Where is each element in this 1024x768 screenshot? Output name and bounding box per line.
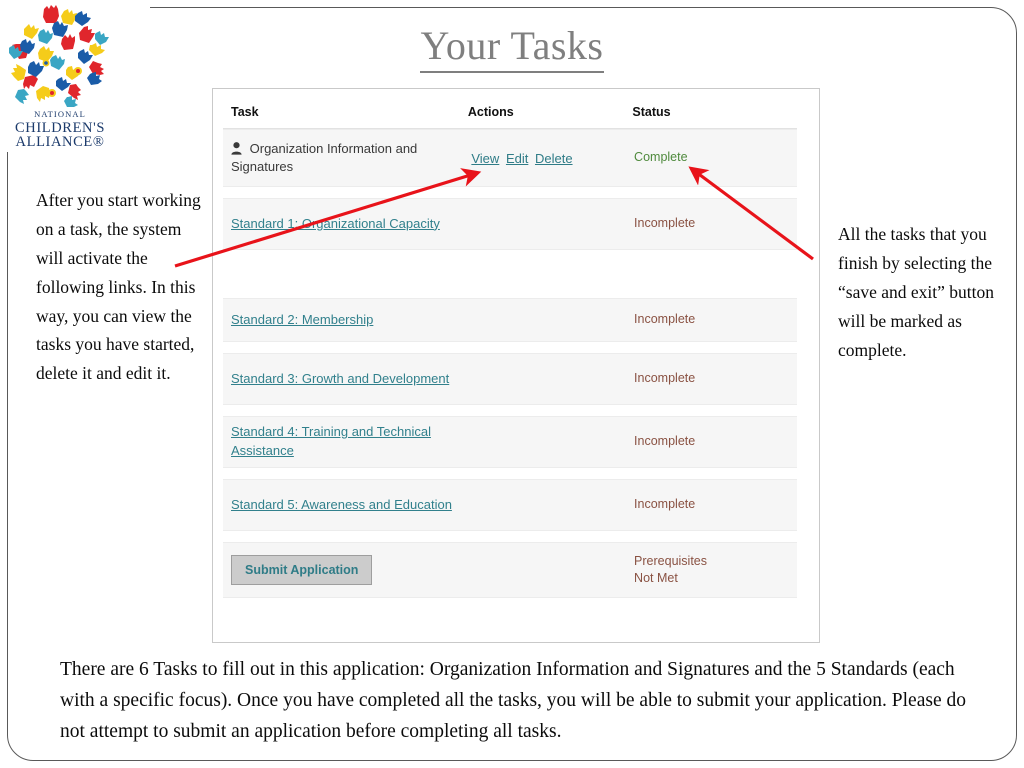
task-link-standard-2[interactable]: Standard 2: Membership xyxy=(231,312,373,327)
row-spacer xyxy=(223,468,797,479)
delete-link[interactable]: Delete xyxy=(535,151,573,166)
actions-cell: View Edit Delete xyxy=(471,151,634,166)
task-cell: Organization Information and Signatures xyxy=(231,140,471,176)
edit-link[interactable]: Edit xyxy=(506,151,528,166)
row-spacer xyxy=(223,405,797,416)
row-spacer xyxy=(223,187,797,198)
prereq-status-line1: Prerequisites xyxy=(634,553,707,568)
row-spacer xyxy=(223,250,797,298)
column-header-actions: Actions xyxy=(467,105,514,119)
table-row: Standard 5: Awareness and Education Inco… xyxy=(223,479,797,531)
logo-line-childrens: CHILDREN'S xyxy=(15,119,105,136)
task-cell: Standard 3: Growth and Development xyxy=(231,370,471,389)
table-header-row: Task Actions Status xyxy=(223,99,797,129)
status-badge: Incomplete xyxy=(634,216,696,231)
annotation-left: After you start working on a task, the s… xyxy=(36,190,201,384)
task-link-standard-3[interactable]: Standard 3: Growth and Development xyxy=(231,371,449,386)
logo-wordmark: NATIONAL CHILDREN'S ALLIANCE® xyxy=(4,110,116,150)
status-cell: Incomplete xyxy=(634,370,789,388)
submit-cell: Submit Application xyxy=(231,555,471,585)
logo-line-national: NATIONAL xyxy=(34,109,86,119)
task-cell: Standard 1: Organizational Capacity xyxy=(231,215,471,234)
status-badge: Incomplete xyxy=(634,312,696,327)
view-link[interactable]: View xyxy=(471,151,499,166)
person-icon xyxy=(231,142,242,158)
table-row: Standard 4: Training and Technical Assis… xyxy=(223,416,797,468)
table-row: Standard 1: Organizational Capacity Inco… xyxy=(223,198,797,250)
annotation-bottom: There are 6 Tasks to fill out in this ap… xyxy=(60,659,966,742)
row-spacer xyxy=(223,531,797,542)
logo-line-alliance: ALLIANCE® xyxy=(15,134,105,150)
task-link-standard-5[interactable]: Standard 5: Awareness and Education xyxy=(231,497,452,512)
submit-row: Submit Application Prerequisites Not Met xyxy=(223,542,797,598)
task-cell: Standard 5: Awareness and Education xyxy=(231,496,471,515)
status-cell: Prerequisites Not Met xyxy=(634,553,789,588)
column-header-task: Task xyxy=(231,105,259,119)
task-cell: Standard 4: Training and Technical Assis… xyxy=(231,423,471,461)
status-badge: Incomplete xyxy=(634,434,696,449)
table-row: Standard 3: Growth and Development Incom… xyxy=(223,353,797,405)
status-badge: Incomplete xyxy=(634,371,696,386)
annotation-right: All the tasks that you finish by selecti… xyxy=(838,224,994,360)
task-link-standard-1[interactable]: Standard 1: Organizational Capacity xyxy=(231,216,440,231)
status-cell: Incomplete xyxy=(634,496,789,514)
column-header-status: Status xyxy=(632,105,671,119)
status-cell: Incomplete xyxy=(634,433,789,451)
table-row: Standard 2: Membership Incomplete xyxy=(223,298,797,342)
table-row: Organization Information and Signatures … xyxy=(223,129,797,187)
task-name: Organization Information and Signatures xyxy=(231,141,418,175)
task-table-panel: Task Actions Status Organization Informa… xyxy=(212,88,820,643)
task-table: Task Actions Status Organization Informa… xyxy=(223,99,797,598)
status-cell: Incomplete xyxy=(634,215,789,233)
task-cell: Standard 2: Membership xyxy=(231,311,471,330)
submit-application-button[interactable]: Submit Application xyxy=(231,555,373,585)
status-badge: Complete xyxy=(634,150,688,165)
prereq-status-line2: Not Met xyxy=(634,571,678,585)
page-title: Your Tasks xyxy=(0,22,1024,73)
status-badge: Incomplete xyxy=(634,497,696,512)
status-cell: Incomplete xyxy=(634,311,789,329)
row-spacer xyxy=(223,342,797,353)
status-cell: Complete xyxy=(634,149,789,167)
page-title-text: Your Tasks xyxy=(420,23,604,73)
task-link-standard-4[interactable]: Standard 4: Training and Technical Assis… xyxy=(231,424,431,458)
